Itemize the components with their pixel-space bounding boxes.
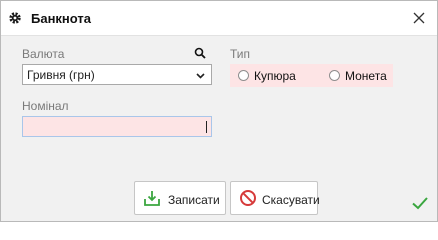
- close-icon[interactable]: [409, 8, 429, 28]
- radio-coin-label[interactable]: Монета: [345, 69, 387, 83]
- text-caret: [206, 121, 207, 133]
- currency-select[interactable]: Гривня (грн): [22, 64, 212, 85]
- type-radio-group: Купюра Монета: [230, 64, 393, 87]
- currency-label: Валюта: [22, 47, 65, 61]
- nominal-input[interactable]: [22, 116, 212, 137]
- cancel-button-label: Скасувати: [262, 193, 320, 207]
- nominal-label: Номінал: [22, 99, 69, 113]
- search-icon[interactable]: [194, 47, 206, 59]
- check-icon: [412, 197, 428, 210]
- cancel-button[interactable]: Скасувати: [230, 181, 320, 215]
- save-button-label: Записати: [168, 193, 220, 207]
- radio-banknote-label[interactable]: Купюра: [254, 69, 296, 83]
- chevron-down-icon[interactable]: [195, 70, 206, 81]
- save-button[interactable]: Записати: [134, 181, 226, 215]
- radio-banknote[interactable]: [238, 70, 249, 81]
- title-bar: Банкнота: [1, 1, 437, 36]
- cancel-icon: [240, 190, 256, 206]
- radio-coin[interactable]: [329, 70, 340, 81]
- gear-icon: [9, 12, 21, 24]
- dialog-title: Банкнота: [31, 11, 91, 26]
- type-label: Тип: [230, 47, 251, 61]
- download-save-icon: [144, 191, 160, 206]
- currency-value: Гривня (грн): [27, 68, 95, 82]
- banknote-dialog: Банкнота Валюта Гривня (грн) Тип Купюра …: [0, 0, 438, 222]
